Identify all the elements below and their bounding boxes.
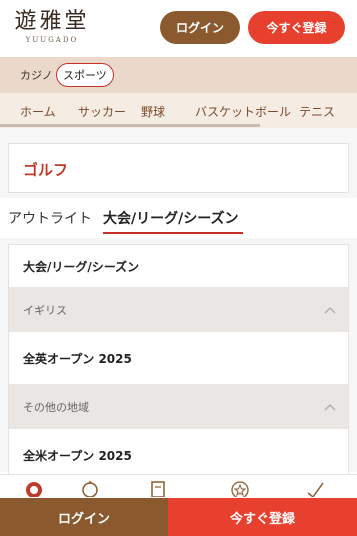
group-label: その他の地域 [23,400,89,414]
category-sports[interactable]: スポーツ [56,63,114,87]
sport-nav-tennis[interactable]: テニス [299,103,335,120]
page-title: ゴルフ [23,161,69,179]
star-icon[interactable] [230,479,250,497]
tab-active-indicator [103,232,243,234]
sport-nav-soccer[interactable]: サッカー [78,103,126,120]
sport-nav-basketball[interactable]: バスケットボール [195,103,291,120]
logo-text: 遊雅堂 [14,9,90,34]
category-casino[interactable]: カジノ [20,67,53,83]
site-header: 遊雅堂 YUUGADO ログイン 今すぐ登録 [0,0,357,57]
tab-league[interactable]: 大会/リーグ/シーズン [103,208,239,228]
casino-chip-icon[interactable] [24,479,44,497]
tab-outright[interactable]: アウトライト [8,208,92,228]
bottom-register-button[interactable]: 今すぐ登録 [168,498,357,536]
register-button[interactable]: 今すぐ登録 [248,11,345,44]
sport-nav-home[interactable]: ホーム [20,103,56,120]
bottom-cta-bar: ログイン 今すぐ登録 [0,498,357,536]
betslip-icon[interactable] [148,479,168,497]
chevron-up-icon [324,403,336,410]
bottom-nav [0,474,357,498]
logo-subtext: YUUGADO [25,36,79,44]
tab-bar: アウトライト 大会/リーグ/シーズン [0,198,357,238]
chevron-up-icon [324,306,336,313]
sport-nav: ホーム サッカー 野球 バスケットボール テニス [0,93,357,128]
list-item[interactable]: 全英オープン 2025 [9,332,348,384]
sport-nav-scrollbar[interactable] [0,124,260,127]
sport-title-card: ゴルフ [8,143,349,193]
login-button[interactable]: ログイン [160,11,240,44]
category-bar: カジノ スポーツ [0,57,357,93]
sport-nav-baseball[interactable]: 野球 [141,103,165,120]
group-label: イギリス [23,303,67,317]
group-row-other[interactable]: その他の地域 [9,384,348,429]
check-icon[interactable] [305,479,325,497]
competition-list: 大会/リーグ/シーズン イギリス 全英オープン 2025 その他の地域 全米オー… [8,244,349,482]
bottom-login-button[interactable]: ログイン [0,498,168,536]
site-logo[interactable]: 遊雅堂 YUUGADO [12,9,92,45]
group-row-britain[interactable]: イギリス [9,287,348,332]
list-header: 大会/リーグ/シーズン [9,245,348,287]
ball-icon[interactable] [80,479,100,497]
